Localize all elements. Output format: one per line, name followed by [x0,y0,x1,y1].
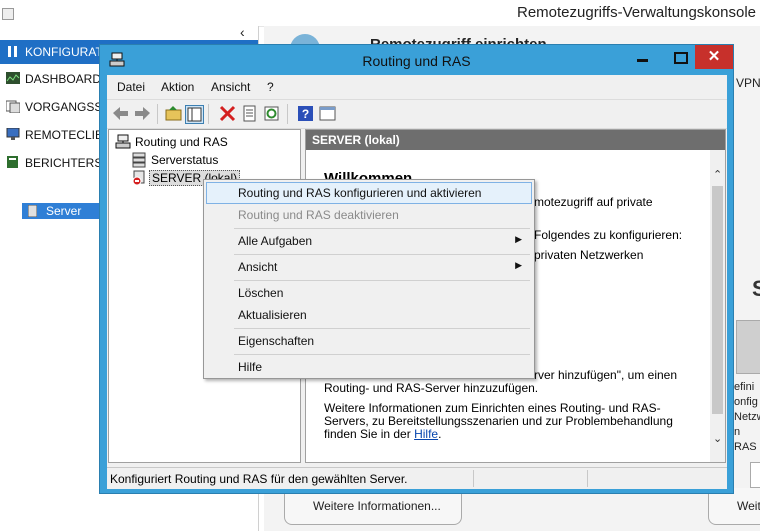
tree-item-label: Serverstatus [151,153,219,167]
console-right-text: efini onfig Netzw n RAS [734,380,760,455]
menu-datei[interactable]: Datei [117,80,145,94]
back-arrow-icon[interactable] [112,105,129,122]
maximize-button[interactable] [662,45,698,69]
toolbar-separator [208,104,209,124]
console-card-frame [750,462,760,488]
menu-item-label: Routing und RAS konfigurieren und aktivi… [238,186,482,200]
up-folder-icon[interactable] [165,105,182,122]
window-title-bar[interactable]: Routing und RAS ✕ [100,45,733,75]
nav-item-label: DASHBOARD [25,72,102,86]
console-text-fragment: VPN. [736,76,760,90]
toolbar-separator [287,104,288,124]
content-text: privaten Netzwerken [534,248,644,262]
console-text-fragment: S [752,276,760,301]
content-text: Weitere Informationen zum Einrichten ein… [324,401,673,441]
menu-item-label: Löschen [238,286,284,300]
menu-separator [234,280,530,281]
submenu-arrow-icon: ▶ [515,260,522,270]
menu-item-properties[interactable]: Eigenschaften [206,330,532,352]
monitor-icon [6,128,20,140]
console-title: Remotezugriffs-Verwaltungskonsole [516,4,756,21]
nav-item-label: VORGANGSST [25,100,110,114]
menu-item-configure-enable[interactable]: Routing und RAS konfigurieren und aktivi… [206,182,532,204]
report-icon [7,156,18,168]
menu-item-help[interactable]: Hilfe [206,356,532,378]
content-paragraph: Weitere Informationen zum Einrichten ein… [324,402,704,441]
help-link[interactable]: Hilfe [414,427,438,441]
menu-separator [234,228,530,229]
console-text-fragment: n RAS [734,426,757,453]
scroll-thumb[interactable] [712,186,723,414]
toolbar-separator [157,104,158,124]
status-divider [473,470,474,487]
close-icon: ✕ [707,48,721,65]
menu-aktion[interactable]: Aktion [161,80,194,94]
menu-item-label: Ansicht [238,260,278,274]
content-text: . [438,427,442,441]
console-text-fragment: onfig [734,396,758,408]
status-text: Konfiguriert Routing und RAS für den gew… [110,472,408,486]
server-icon [28,205,37,217]
more-info-link[interactable]: Weit [737,499,760,513]
more-info-link[interactable]: Weitere Informationen... [313,499,441,513]
nav-item-label: Server [46,204,82,218]
content-text: Folgendes zu konfigurieren: [534,228,683,242]
menu-ansicht[interactable]: Ansicht [211,80,250,94]
operations-icon [6,100,20,113]
menu-item-view[interactable]: Ansicht ▶ [206,256,532,278]
help-icon[interactable]: ? [297,105,314,122]
tools-icon [8,46,17,57]
dashboard-icon [6,72,20,84]
properties-icon[interactable] [241,105,258,122]
submenu-arrow-icon: ▶ [515,234,522,244]
menu-bar: Datei Aktion Ansicht ? [107,75,727,99]
menu-item-label: Hilfe [238,360,263,374]
content-header-title: SERVER (lokal) [312,133,400,147]
tree-item-label: Routing und RAS [135,135,228,149]
status-divider [587,470,588,487]
refresh-icon[interactable] [263,105,280,122]
menu-separator [234,328,530,329]
context-menu: Routing und RAS konfigurieren und aktivi… [203,179,535,379]
menu-item-label: Alle Aufgaben [238,234,313,248]
console-title-bar: Remotezugriffs-Verwaltungskonsole [0,0,760,27]
menu-item-disable: Routing und RAS deaktivieren [206,204,532,226]
menu-item-delete[interactable]: Löschen [206,282,532,304]
vertical-scrollbar[interactable]: ⌃ ⌄ [710,150,725,462]
content-text: motezugriff auf private [534,195,653,209]
scroll-down-icon[interactable]: ⌄ [713,432,722,445]
minimize-button[interactable] [625,45,661,69]
menu-item-label: Eigenschaften [238,334,315,348]
close-button[interactable]: ✕ [695,45,733,69]
content-text: rver hinzufügen", um einen [534,368,678,382]
toolbar: ? [107,99,727,129]
routing-app-icon [115,134,131,149]
scroll-up-icon[interactable]: ⌃ [713,168,722,181]
console-app-icon [2,8,14,20]
menu-separator [234,354,530,355]
content-header: SERVER (lokal) [306,130,725,150]
menu-item-refresh[interactable]: Aktualisieren [206,304,532,326]
forward-arrow-icon[interactable] [134,105,151,122]
server-illustration-icon [736,320,760,374]
console-view-icon[interactable] [319,105,336,122]
server-status-icon [132,152,146,168]
console-text-fragment: efini [734,381,755,393]
menu-help[interactable]: ? [267,80,274,94]
menu-item-label: Routing und RAS deaktivieren [238,208,399,222]
content-text: Routing- und RAS-Server hinzuzufügen. [324,381,539,395]
maximize-icon [674,52,688,64]
console-text-fragment: Netzw [734,411,760,423]
menu-item-all-tasks[interactable]: Alle Aufgaben ▶ [206,230,532,252]
status-bar: Konfiguriert Routing und RAS für den gew… [107,467,727,489]
show-hide-tree-icon[interactable] [185,105,204,124]
menu-separator [234,254,530,255]
minimize-icon [637,59,648,62]
server-stopped-icon [132,170,145,186]
nav-item-label: KONFIGURATI [25,45,107,59]
svg-text:?: ? [302,107,309,121]
delete-icon[interactable] [219,105,236,122]
menu-item-label: Aktualisieren [238,308,307,322]
collapse-nav-icon[interactable]: ‹ [240,24,245,40]
